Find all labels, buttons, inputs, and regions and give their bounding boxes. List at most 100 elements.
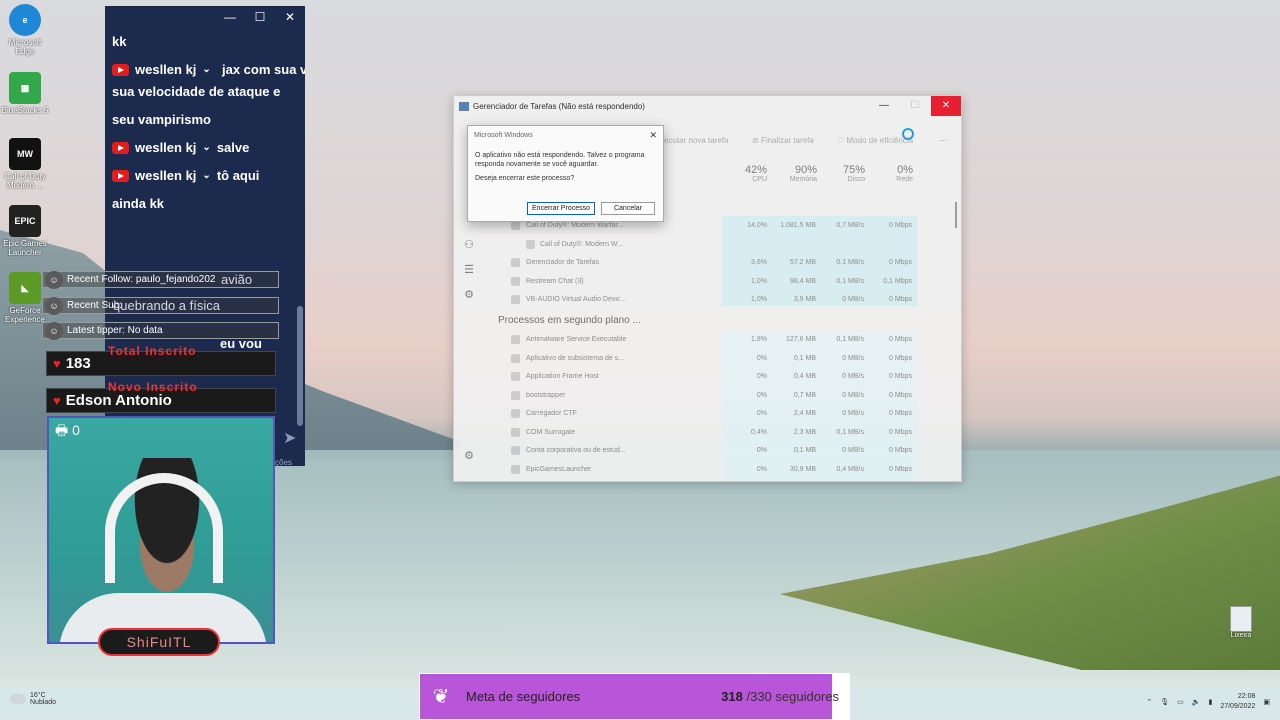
close-icon[interactable]: ✕ [649,130,657,141]
chevron-down-icon[interactable]: ⌄ [202,162,210,190]
hearts-icon: ❦ [432,686,450,708]
chat-scrollbar[interactable] [297,306,303,426]
edge-icon: e [9,4,41,36]
close-icon[interactable]: ✕ [931,96,961,116]
desktop-icon-bluestacks[interactable]: ▦ BlueStacks 5 [0,72,50,115]
window-title: Gerenciador de Tarefas (Não está respond… [473,101,645,111]
services-icon[interactable]: ⚙ [454,288,484,301]
process-icon [511,409,520,418]
send-icon[interactable]: ➤ [283,428,296,448]
process-row[interactable]: Application Frame Host 0% 0,4 MB 0 MB/s 0 Mb… [494,368,914,386]
users-icon[interactable]: ⚇ [454,238,484,251]
viewer-count: 🖶 0 [55,422,80,438]
process-icon [511,258,520,267]
efficiency-mode-button[interactable]: ♡ Modo de eficiência [837,136,913,145]
column-cpu[interactable]: 42% CPU [717,164,767,183]
total-subs-label: Total Inscrito [108,344,197,358]
chat-titlebar: — ☐ ✕ [105,6,305,28]
goal-label: Meta de seguidores [466,689,581,704]
process-row[interactable]: bootstrapper 0% 0,7 MB 0 MB/s 0 Mbps [494,387,914,405]
chat-message-peek: eu vou [220,336,262,351]
process-row[interactable]: Restream Chat (3) 1,0% 98,4 MB 0,1 MB/s 0,1 … [494,273,914,291]
process-row[interactable]: Conta corporativa ou de estud... 0% 0,1 MB… [494,442,914,460]
process-icon [511,390,520,400]
new-sub-label: Novo Inscrito [108,380,198,394]
process-row[interactable]: Aplicativo de subsistema de s... 0% 0,1 MB… [494,350,914,368]
process-row[interactable]: Gerenciador de Tarefas 3,6% 57,2 MB 0,1 MB/… [494,254,914,272]
end-task-button[interactable]: ⊘ Finalizar tarefa [752,136,814,145]
recent-follow-bar: ☺ Recent Follow: paulo_fejando202 avião [42,270,279,289]
dialog-message: O aplicativo não está respondendo. Talve… [475,152,645,168]
chat-message: kk [112,34,127,49]
end-process-button[interactable]: Encerrar Processo [527,202,595,215]
process-row[interactable]: Carregador CTF 0% 2,4 MB 0 MB/s 0 Mbps [494,405,914,423]
cloud-icon [10,694,26,704]
process-icon [511,372,520,381]
column-network[interactable]: 0% Rede [863,164,913,183]
more-icon[interactable]: ··· [939,136,947,145]
weather-widget[interactable]: 16°C Nublado [10,692,56,706]
follower-goal-widget: ❦ Meta de seguidores 318 /330 seguidores [419,673,850,720]
desktop-icon-recycle-bin[interactable]: Lixeira [1226,606,1256,639]
details-icon[interactable]: ☰ [454,263,484,276]
desktop-icon-epic-games[interactable]: EPIC Epic Games Launcher [0,205,50,257]
dialog-title: Microsoft Windows [474,132,533,139]
network-icon[interactable]: ▭ [1177,698,1184,706]
webcam-feed: 🖶 0 [47,416,275,644]
run-new-task-button[interactable]: ecutar nova tarefa [664,136,728,145]
settings-label: ções [275,458,292,466]
task-manager-icon [459,101,469,111]
task-manager-titlebar[interactable]: Gerenciador de Tarefas (Não está respond… [454,96,961,116]
maximize-icon[interactable]: ☐ [245,6,275,28]
youtube-icon [112,142,129,154]
process-icon [511,464,520,474]
loading-spinner-icon [902,128,914,140]
chat-message-continued: sua velocidade de ataque e seu vampirism… [112,84,281,127]
process-icon [511,427,520,437]
desktop-icon-edge[interactable]: e Microsoft Edge [0,4,50,56]
streamer-name-tag: ShiFuITL [98,628,220,656]
settings-icon[interactable]: ⚙ [454,449,484,462]
minimize-icon[interactable]: — [869,96,899,116]
chevron-up-icon[interactable]: ⌃ [1146,698,1152,706]
column-disk[interactable]: 75% Disco [815,164,865,183]
youtube-icon [112,170,129,182]
process-row[interactable]: Antimalware Service Executable 1,8% 127,6 … [494,331,914,349]
process-icon [511,335,520,344]
battery-icon[interactable]: ▮ [1208,698,1212,706]
minimize-icon[interactable]: — [215,6,245,28]
heart-icon: ♥ [53,356,61,371]
chat-message: wesllen kj ⌄ tô aqui ainda kk [105,162,305,218]
process-icon [511,353,520,363]
avatar-icon: ☺ [45,321,63,340]
goal-value: 318 /330 seguidores [721,689,839,704]
youtube-icon [112,64,129,76]
process-icon [511,295,520,304]
process-icon [511,276,520,286]
headphones [105,473,223,583]
call-of-duty-icon: MW [9,138,41,170]
chat-message: wesllen kj ⌄ salve [105,134,305,162]
column-memory[interactable]: 90% Memória [767,164,817,183]
desktop-icon-call-of-duty[interactable]: MW Call of Duty Modern ... [0,138,50,190]
chevron-down-icon[interactable]: ⌄ [202,134,210,162]
volume-icon[interactable]: 🔈 [1192,698,1201,706]
process-row[interactable]: Call of Duty®: Modern W... [494,236,914,254]
process-icon [511,446,520,455]
bluestacks-icon: ▦ [9,72,41,104]
microphone-icon[interactable]: 🎙 [1160,698,1169,706]
cancel-button[interactable]: Cancelar [601,202,655,215]
maximize-icon[interactable]: ☐ [900,96,930,116]
recent-sub-bar: ☺ Recent Sub: quebrando a física [42,296,279,315]
epic-games-icon: EPIC [9,205,41,237]
notification-icon[interactable]: ▣ [1263,698,1270,706]
process-row[interactable]: VB-AUDIO Virtual Audio Devic... 1,0% 3,9 M… [494,291,914,309]
close-icon[interactable]: ✕ [275,6,305,28]
geforce-icon: ◣ [9,272,41,304]
recycle-bin-icon [1230,606,1252,632]
avatar-icon: ☺ [45,270,63,289]
process-row[interactable]: COM Surrogate 0,4% 2,3 MB 0,1 MB/s 0 Mbps [494,424,914,442]
scrollbar[interactable] [955,202,957,228]
process-row[interactable]: EpicGamesLauncher 0% 30,9 MB 0,4 MB/s 0 Mbps [494,461,914,479]
clock[interactable]: 22:08 27/09/2022 [1220,692,1255,712]
